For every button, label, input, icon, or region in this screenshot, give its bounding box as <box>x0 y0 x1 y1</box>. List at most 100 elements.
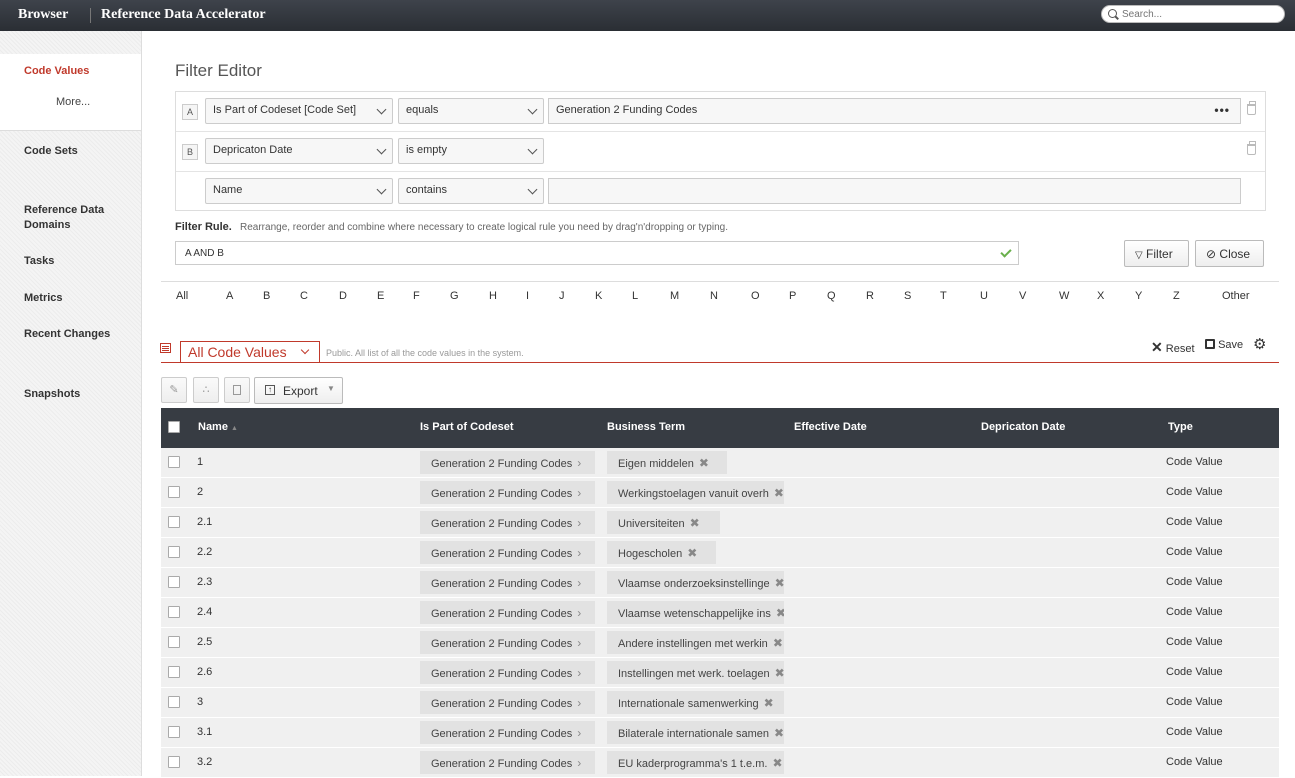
close-button[interactable]: ⊘ Close <box>1195 240 1264 267</box>
codeset-tag[interactable]: Generation 2 Funding Codes › <box>420 691 595 714</box>
alphabet-letter-l[interactable]: L <box>632 290 638 302</box>
filter-button[interactable]: ▽ Filter <box>1124 240 1189 267</box>
alphabet-letter-i[interactable]: I <box>526 290 529 302</box>
table-row[interactable]: 2.2 Generation 2 Funding Codes › Hogeschole… <box>161 538 1279 568</box>
business-term-tag[interactable]: EU kaderprogramma's 1 t.e.m. ✖ <box>607 751 784 774</box>
remove-icon[interactable]: ✖ <box>699 456 709 470</box>
table-row[interactable]: 3.1 Generation 2 Funding Codes › Bilaterale… <box>161 718 1279 748</box>
remove-icon[interactable]: ✖ <box>773 636 783 650</box>
business-term-tag[interactable]: Universiteiten ✖ <box>607 511 720 534</box>
search-box[interactable] <box>1101 5 1285 23</box>
alphabet-letter-y[interactable]: Y <box>1135 290 1142 302</box>
cell-name[interactable]: 2.6 <box>197 666 212 678</box>
alphabet-letter-c[interactable]: C <box>300 290 308 302</box>
filter-value-input[interactable]: Generation 2 Funding Codes ••• <box>548 98 1241 124</box>
reset-view-button[interactable]: ✕ Reset <box>1151 339 1195 356</box>
business-term-tag[interactable]: Hogescholen ✖ <box>607 541 716 564</box>
sidebar-item-recent-changes[interactable]: Recent Changes <box>24 327 134 342</box>
alphabet-letter-w[interactable]: W <box>1059 290 1069 302</box>
table-row[interactable]: 3.2 Generation 2 Funding Codes › EU kaderpr… <box>161 748 1279 778</box>
row-checkbox[interactable] <box>168 576 180 588</box>
table-row[interactable]: 2.1 Generation 2 Funding Codes › Universite… <box>161 508 1279 538</box>
export-button[interactable]: ↑ Export ▼ <box>254 377 343 404</box>
alphabet-letter-e[interactable]: E <box>377 290 384 302</box>
alphabet-letter-z[interactable]: Z <box>1173 290 1180 302</box>
sidebar-item-snapshots[interactable]: Snapshots <box>24 387 134 402</box>
column-header-depricaton-date[interactable]: Depricaton Date <box>981 421 1065 433</box>
column-header-name[interactable]: Name ▲ <box>198 421 238 433</box>
filter-row-letter[interactable]: B <box>182 144 198 160</box>
remove-icon[interactable]: ✖ <box>775 576 784 590</box>
codeset-tag[interactable]: Generation 2 Funding Codes › <box>420 601 595 624</box>
filter-operator-select[interactable]: equals <box>398 98 544 124</box>
codeset-tag[interactable]: Generation 2 Funding Codes › <box>420 481 595 504</box>
filter-operator-select[interactable]: is empty <box>398 138 544 164</box>
trash-icon[interactable] <box>1247 101 1256 115</box>
table-row[interactable]: 2.3 Generation 2 Funding Codes › Vlaamse on… <box>161 568 1279 598</box>
search-input[interactable] <box>1122 7 1272 21</box>
save-view-button[interactable]: Save <box>1205 339 1243 351</box>
row-checkbox[interactable] <box>168 516 180 528</box>
row-checkbox[interactable] <box>168 756 180 768</box>
sidebar-item-code-sets[interactable]: Code Sets <box>24 144 134 159</box>
alphabet-letter-j[interactable]: J <box>559 290 565 302</box>
codeset-tag[interactable]: Generation 2 Funding Codes › <box>420 631 595 654</box>
business-term-tag[interactable]: Vlaamse wetenschappelijke ins ✖ <box>607 601 784 624</box>
select-all-checkbox[interactable] <box>168 421 180 433</box>
codeset-tag[interactable]: Generation 2 Funding Codes › <box>420 511 595 534</box>
alphabet-letter-q[interactable]: Q <box>827 290 836 302</box>
alphabet-letter-x[interactable]: X <box>1097 290 1104 302</box>
sidebar-item-metrics[interactable]: Metrics <box>24 291 134 306</box>
more-options-icon[interactable]: ••• <box>1214 103 1230 117</box>
table-row[interactable]: 3 Generation 2 Funding Codes › Internationa… <box>161 688 1279 718</box>
business-term-tag[interactable]: Werkingstoelagen vanuit overh ✖ <box>607 481 784 504</box>
cell-name[interactable]: 3 <box>197 696 203 708</box>
alphabet-letter-g[interactable]: G <box>450 290 459 302</box>
row-checkbox[interactable] <box>168 606 180 618</box>
column-header-business-term[interactable]: Business Term <box>607 421 685 433</box>
filter-field-select[interactable]: Is Part of Codeset [Code Set] <box>205 98 393 124</box>
column-header-codeset[interactable]: Is Part of Codeset <box>420 421 514 433</box>
alphabet-letter-n[interactable]: N <box>710 290 718 302</box>
table-row[interactable]: 2.5 Generation 2 Funding Codes › Andere ins… <box>161 628 1279 658</box>
hierarchy-button[interactable]: ∴ <box>193 377 219 403</box>
filter-row-letter[interactable]: A <box>182 104 198 120</box>
table-row[interactable]: 1 Generation 2 Funding Codes › Eigen middel… <box>161 448 1279 478</box>
cell-name[interactable]: 3.2 <box>197 756 212 768</box>
cell-name[interactable]: 2.4 <box>197 606 212 618</box>
alphabet-letter-k[interactable]: K <box>595 290 602 302</box>
remove-icon[interactable]: ✖ <box>772 756 782 770</box>
business-term-tag[interactable]: Instellingen met werk. toelagen ✖ <box>607 661 784 684</box>
alphabet-letter-other[interactable]: Other <box>1222 290 1250 302</box>
cell-name[interactable]: 2.2 <box>197 546 212 558</box>
remove-icon[interactable]: ✖ <box>690 516 700 530</box>
delete-button[interactable] <box>224 377 250 403</box>
filter-field-select[interactable]: Name <box>205 178 393 204</box>
codeset-tag[interactable]: Generation 2 Funding Codes › <box>420 571 595 594</box>
remove-icon[interactable]: ✖ <box>776 606 784 620</box>
business-term-tag[interactable]: Internationale samenwerking ✖ <box>607 691 784 714</box>
row-checkbox[interactable] <box>168 546 180 558</box>
business-term-tag[interactable]: Vlaamse onderzoeksinstellinge ✖ <box>607 571 784 594</box>
remove-icon[interactable]: ✖ <box>775 666 784 680</box>
remove-icon[interactable]: ✖ <box>774 486 784 500</box>
business-term-tag[interactable]: Andere instellingen met werkin ✖ <box>607 631 784 654</box>
column-header-type[interactable]: Type <box>1168 421 1193 433</box>
alphabet-letter-r[interactable]: R <box>866 290 874 302</box>
alphabet-letter-s[interactable]: S <box>904 290 911 302</box>
codeset-tag[interactable]: Generation 2 Funding Codes › <box>420 721 595 744</box>
cell-name[interactable]: 2.5 <box>197 636 212 648</box>
gear-icon[interactable]: ⚙ <box>1253 335 1266 353</box>
trash-icon[interactable] <box>1247 141 1256 155</box>
alphabet-letter-m[interactable]: M <box>670 290 679 302</box>
codeset-tag[interactable]: Generation 2 Funding Codes › <box>420 451 595 474</box>
alphabet-letter-u[interactable]: U <box>980 290 988 302</box>
table-row[interactable]: 2.4 Generation 2 Funding Codes › Vlaamse we… <box>161 598 1279 628</box>
alphabet-letter-p[interactable]: P <box>789 290 796 302</box>
cell-name[interactable]: 3.1 <box>197 726 212 738</box>
row-checkbox[interactable] <box>168 456 180 468</box>
alphabet-letter-all[interactable]: All <box>176 290 188 302</box>
row-checkbox[interactable] <box>168 726 180 738</box>
alphabet-letter-a[interactable]: A <box>226 290 233 302</box>
edit-button[interactable]: ✎ <box>161 377 187 403</box>
